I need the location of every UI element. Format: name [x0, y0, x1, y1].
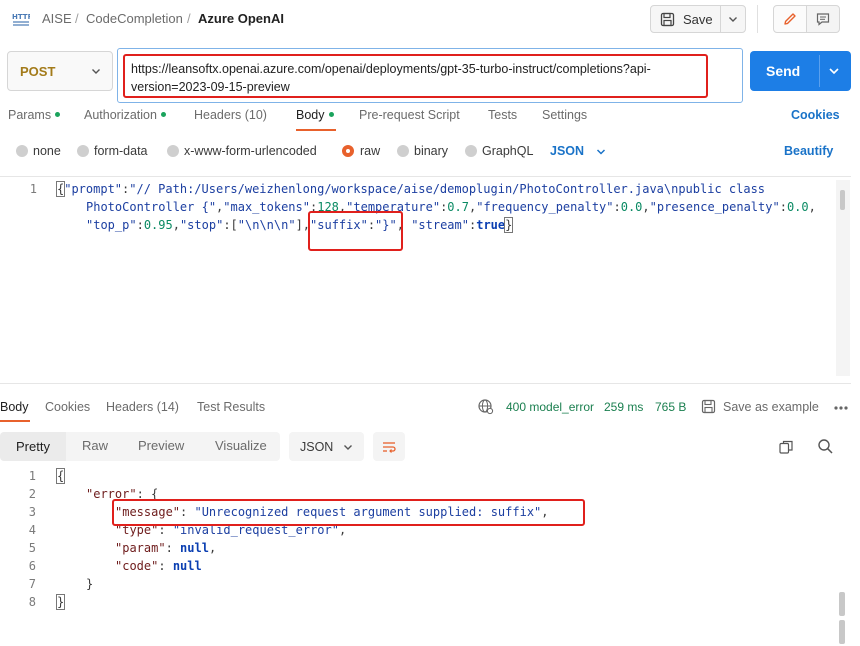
- radio-raw-label: raw: [360, 144, 381, 158]
- radio-none[interactable]: [16, 145, 28, 157]
- response-tab-test-results[interactable]: Test Results: [197, 400, 265, 414]
- line-number: 3: [28, 505, 36, 519]
- suffix-annotation-box: [308, 211, 403, 251]
- code-line: }: [86, 577, 94, 591]
- tab-authorization[interactable]: Authorization: [84, 108, 166, 122]
- wrap-lines-icon: [383, 441, 396, 453]
- chevron-down-icon: [92, 69, 100, 74]
- line-number: 7: [28, 577, 36, 591]
- save-button[interactable]: Save: [650, 5, 721, 33]
- response-format-select[interactable]: JSON: [289, 432, 364, 461]
- radio-none-label: none: [33, 144, 61, 158]
- tab-params-label: Params: [8, 108, 52, 122]
- beautify-button[interactable]: Beautify: [784, 144, 833, 158]
- breadcrumb-separator: /: [187, 11, 191, 26]
- error-message-annotation-box: [112, 499, 585, 526]
- cookies-link[interactable]: Cookies: [791, 108, 840, 122]
- status-dot: [328, 112, 334, 118]
- active-tab-indicator: [0, 420, 30, 422]
- line-number: 6: [28, 559, 36, 573]
- tab-headers[interactable]: Headers (10): [194, 108, 267, 122]
- response-tab-body[interactable]: Body: [0, 400, 29, 414]
- response-size[interactable]: 765 B: [655, 400, 686, 414]
- code-line: "param": null,: [115, 541, 217, 555]
- radio-binary-label: binary: [414, 144, 449, 158]
- line-number: 5: [28, 541, 36, 555]
- response-tab-headers[interactable]: Headers (14): [106, 400, 179, 414]
- code-line: "code": null: [115, 559, 202, 573]
- editor-scroll-thumb[interactable]: [840, 190, 845, 210]
- chevron-down-icon: [344, 444, 352, 450]
- response-time[interactable]: 259 ms: [604, 400, 643, 414]
- line-number: 4: [28, 523, 36, 537]
- tab-body-label: Body: [296, 108, 325, 122]
- tab-pre-request-script[interactable]: Pre-request Script: [359, 108, 460, 122]
- tab-authorization-label: Authorization: [84, 108, 157, 122]
- tab-params[interactable]: Params: [8, 108, 61, 122]
- tab-settings[interactable]: Settings: [542, 108, 587, 122]
- copy-icon[interactable]: [778, 439, 794, 455]
- response-scrollbar[interactable]: [839, 620, 845, 644]
- chevron-down-icon[interactable]: [826, 63, 842, 79]
- save-icon: [701, 399, 716, 414]
- radio-binary[interactable]: [397, 145, 409, 157]
- radio-graphql-label: GraphQL: [482, 144, 534, 158]
- radio-graphql[interactable]: [465, 145, 477, 157]
- search-icon[interactable]: [817, 438, 834, 455]
- svg-text:HTTP: HTTP: [12, 13, 30, 21]
- view-pretty-button[interactable]: Pretty: [0, 432, 66, 461]
- send-button-label: Send: [766, 63, 801, 79]
- save-options-button[interactable]: [720, 5, 746, 33]
- pencil-icon: [784, 13, 796, 25]
- radio-urlencoded[interactable]: [167, 145, 179, 157]
- breadcrumb-item-workspace[interactable]: AISE: [42, 11, 72, 26]
- response-tab-cookies[interactable]: Cookies: [45, 400, 90, 414]
- http-icon: HTTP: [12, 13, 30, 26]
- response-scrollbar[interactable]: [839, 592, 845, 616]
- breadcrumb-separator: /: [75, 11, 79, 26]
- more-options-icon[interactable]: [833, 404, 849, 412]
- radio-urlencoded-label: x-www-form-urlencoded: [184, 144, 317, 158]
- url-annotation-box: [123, 54, 708, 98]
- save-button-label: Save: [683, 11, 713, 27]
- active-tab-indicator: [296, 129, 336, 131]
- body-language-select[interactable]: JSON: [550, 144, 584, 158]
- comment-icon: [816, 13, 830, 26]
- method-select[interactable]: POST: [7, 51, 113, 91]
- status-dot: [160, 112, 166, 118]
- radio-form-data[interactable]: [77, 145, 89, 157]
- tab-tests[interactable]: Tests: [488, 108, 517, 122]
- code-line: }: [55, 594, 66, 610]
- code-line: PhotoController {","max_tokens":128,"tem…: [86, 200, 816, 214]
- chevron-down-icon[interactable]: [594, 145, 608, 159]
- tab-body[interactable]: Body: [296, 108, 334, 122]
- page-title: Azure OpenAI: [198, 11, 284, 26]
- code-line: "top_p":0.95,"stop":["\n\n\n"],"suffix":…: [86, 217, 514, 233]
- status-badge[interactable]: 400 model_error: [506, 400, 594, 414]
- response-format-label: JSON: [300, 439, 334, 454]
- wrap-lines-button[interactable]: [373, 432, 405, 461]
- view-raw-button[interactable]: Raw: [82, 438, 108, 453]
- code-line: {: [55, 468, 66, 484]
- line-number: 1: [29, 182, 37, 196]
- status-dot: [55, 112, 61, 118]
- line-number: 8: [28, 595, 36, 609]
- method-label: POST: [20, 63, 56, 79]
- edit-button[interactable]: [773, 5, 807, 33]
- view-preview-button[interactable]: Preview: [138, 438, 184, 453]
- code-line: {"prompt":"// Path:/Users/weizhenlong/wo…: [55, 181, 766, 197]
- breadcrumb-item-collection[interactable]: CodeCompletion: [86, 11, 183, 26]
- save-icon: [660, 12, 675, 26]
- line-number: 1: [28, 469, 36, 483]
- comments-button[interactable]: [806, 5, 840, 33]
- radio-raw[interactable]: [342, 145, 354, 157]
- globe-icon[interactable]: [477, 398, 494, 415]
- view-visualize-button[interactable]: Visualize: [215, 438, 267, 453]
- save-as-example-button[interactable]: Save as example: [723, 400, 819, 414]
- radio-form-data-label: form-data: [94, 144, 148, 158]
- line-number: 2: [28, 487, 36, 501]
- chevron-down-icon: [729, 17, 737, 22]
- header-divider: [757, 5, 758, 33]
- send-divider: [819, 55, 820, 87]
